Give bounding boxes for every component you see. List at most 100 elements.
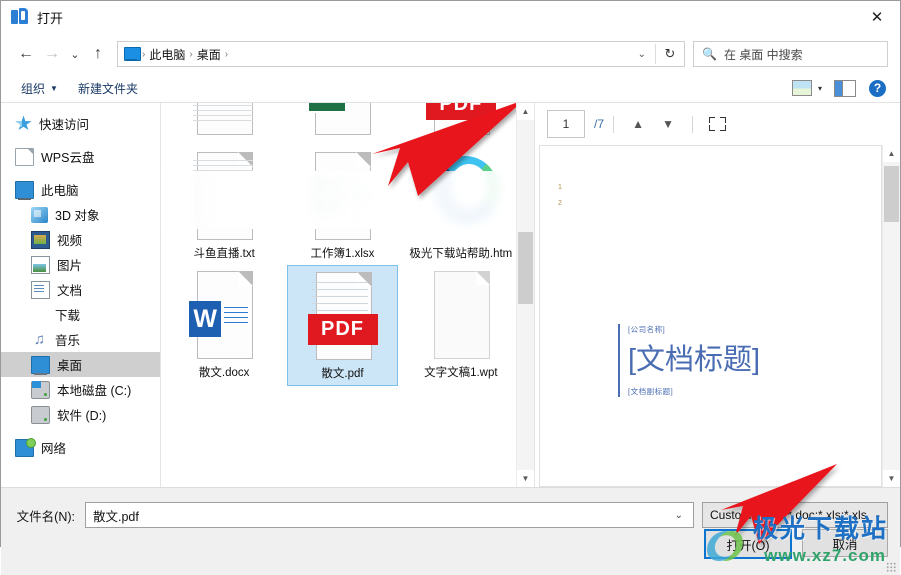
fit-page-icon[interactable]: [702, 112, 732, 136]
file-name: 散文.pdf: [321, 368, 364, 380]
new-folder-button[interactable]: 新建文件夹: [68, 77, 148, 99]
resize-grip[interactable]: [886, 562, 896, 572]
this-pc-icon: [124, 47, 141, 61]
file-row: 斗鱼直播.txt X 工作簿1.xlsx 极光下载站帮助.htm: [161, 146, 516, 265]
sidebar-item-label: 网络: [41, 442, 67, 456]
sidebar-item-this-pc[interactable]: 此电脑: [1, 177, 160, 202]
scroll-down-icon[interactable]: ▼: [883, 470, 900, 487]
desktop-icon: [31, 355, 50, 375]
file-name: 工作簿1.xlsx: [310, 248, 375, 260]
file-item[interactable]: [169, 103, 279, 146]
chevron-down-icon[interactable]: ⌄: [665, 510, 693, 521]
open-button[interactable]: 打开(O): [704, 529, 792, 559]
doc-icon: [15, 147, 34, 166]
file-type-value: Custom Files (*.doc;*.xls;*.xls: [710, 508, 867, 522]
view-dropdown-icon[interactable]: ▾: [816, 84, 830, 93]
breadcrumb-item-1[interactable]: 桌面: [194, 46, 224, 63]
document-title-block: [公司名称] [文档标题] [文档副标题]: [618, 324, 760, 397]
sidebar-item-label: 桌面: [57, 359, 83, 373]
close-icon[interactable]: ✕: [854, 1, 900, 32]
scroll-up-icon[interactable]: ▲: [517, 103, 534, 120]
sidebar-item-documents[interactable]: 文档: [1, 277, 160, 302]
filename-row: 文件名(N): 散文.pdf ⌄ Custom Files (*.doc;*.x…: [1, 488, 900, 528]
chevron-down-icon[interactable]: ⌄: [867, 510, 887, 521]
sidebar-item-music[interactable]: ♫ 音乐: [1, 327, 160, 352]
sidebar-item-label: 视频: [57, 234, 83, 248]
file-item[interactable]: W 散文.docx: [169, 265, 279, 386]
sidebar-item-downloads[interactable]: 下载: [1, 302, 160, 327]
chevron-up-icon[interactable]: ▲: [623, 112, 653, 136]
scrollbar-track[interactable]: [883, 162, 900, 470]
search-input[interactable]: 在 桌面 中搜索: [724, 46, 803, 63]
video-icon: [31, 230, 50, 249]
breadcrumb-separator: ›: [224, 48, 229, 60]
sidebar-item-wps-cloud[interactable]: WPS云盘: [1, 144, 160, 169]
file-item[interactable]: 文字文稿1.wpt: [406, 265, 516, 386]
address-bar[interactable]: › 此电脑 › 桌面 › ⌄ ↻: [117, 41, 685, 67]
drive-c-icon: [31, 380, 50, 399]
text-file-icon: [187, 152, 261, 242]
sidebar-item-label: 快速访问: [39, 118, 90, 132]
sidebar-item-quick-access[interactable]: 快速访问: [1, 111, 160, 136]
sidebar-item-desktop[interactable]: 桌面: [1, 352, 160, 377]
address-dropdown-icon[interactable]: ⌄: [629, 49, 655, 60]
view-layout-icon[interactable]: [791, 80, 812, 96]
organize-button[interactable]: 组织 ▼: [11, 77, 68, 99]
sidebar-item-label: 3D 对象: [55, 209, 100, 223]
excel-file-icon: X: [305, 152, 379, 242]
line-number: 1: [558, 184, 562, 191]
preview-scrollbar[interactable]: ▲ ▼: [882, 145, 900, 487]
action-buttons: 打开(O) 取消: [704, 529, 888, 559]
file-type-dropdown[interactable]: Custom Files (*.doc;*.xls;*.xls ⌄: [702, 502, 888, 528]
scroll-down-icon[interactable]: ▼: [517, 470, 534, 487]
file-item[interactable]: PDF: [406, 103, 516, 146]
network-icon: [15, 437, 36, 457]
sidebar-item-local-disk-c[interactable]: 本地磁盘 (C:): [1, 377, 160, 402]
navigation-bar: ← → ⌄ ↑ › 此电脑 › 桌面 › ⌄ ↻ 🔍 在 桌面 中搜索: [1, 34, 900, 74]
sidebar-item-videos[interactable]: 视频: [1, 227, 160, 252]
sidebar-item-pictures[interactable]: 图片: [1, 252, 160, 277]
pc-icon: [15, 180, 34, 200]
file-list-scrollbar[interactable]: ▲ ▼: [516, 103, 534, 487]
preview-pane-icon[interactable]: [834, 79, 856, 97]
forward-button[interactable]: →: [39, 41, 65, 67]
sidebar-item-software-d[interactable]: 软件 (D:): [1, 402, 160, 427]
sidebar-item-network[interactable]: 网络: [1, 435, 160, 460]
cancel-button[interactable]: 取消: [802, 529, 888, 557]
recent-locations-button[interactable]: ⌄: [65, 41, 85, 67]
search-icon: 🔍: [702, 47, 717, 61]
file-item-selected[interactable]: PDF 散文.pdf: [287, 265, 398, 386]
scrollbar-thumb[interactable]: [518, 232, 533, 304]
scrollbar-track[interactable]: [517, 120, 534, 470]
file-item[interactable]: 斗鱼直播.txt: [169, 146, 279, 265]
file-item[interactable]: X 工作簿1.xlsx: [287, 146, 397, 265]
back-button[interactable]: ←: [13, 41, 39, 67]
filename-label: 文件名(N):: [16, 509, 75, 524]
refresh-icon[interactable]: ↻: [656, 42, 684, 66]
divider: [692, 115, 694, 133]
filename-input[interactable]: 散文.pdf ⌄: [85, 502, 694, 528]
star-icon: [15, 115, 32, 131]
scroll-up-icon[interactable]: ▲: [883, 145, 900, 162]
file-row: X PDF: [161, 103, 516, 146]
file-item[interactable]: X: [287, 103, 397, 146]
wps-template-icon: [424, 271, 498, 361]
breadcrumb-item-0[interactable]: 此电脑: [146, 46, 188, 63]
preview-toolbar: 1 /7 ▲ ▼: [535, 103, 900, 145]
filename-value[interactable]: 散文.pdf: [86, 506, 139, 525]
chevron-down-icon[interactable]: ▼: [653, 112, 683, 136]
sidebar-item-label: 图片: [57, 259, 83, 273]
file-item[interactable]: 极光下载站帮助.htm: [406, 146, 516, 265]
up-button[interactable]: ↑: [85, 41, 111, 67]
file-list[interactable]: X PDF: [161, 103, 516, 487]
scrollbar-thumb[interactable]: [884, 166, 899, 222]
word-file-icon: W: [187, 271, 261, 361]
line-number: 2: [558, 200, 562, 207]
help-icon[interactable]: ?: [869, 79, 886, 97]
excel-file-icon: X: [305, 103, 379, 137]
search-box[interactable]: 🔍 在 桌面 中搜索: [693, 41, 888, 67]
sidebar-item-3d-objects[interactable]: 3D 对象: [1, 202, 160, 227]
page-number-input[interactable]: 1: [547, 110, 585, 138]
command-toolbar: 组织 ▼ 新建文件夹 ▾ ?: [1, 74, 900, 103]
text-file-icon: [187, 103, 261, 137]
